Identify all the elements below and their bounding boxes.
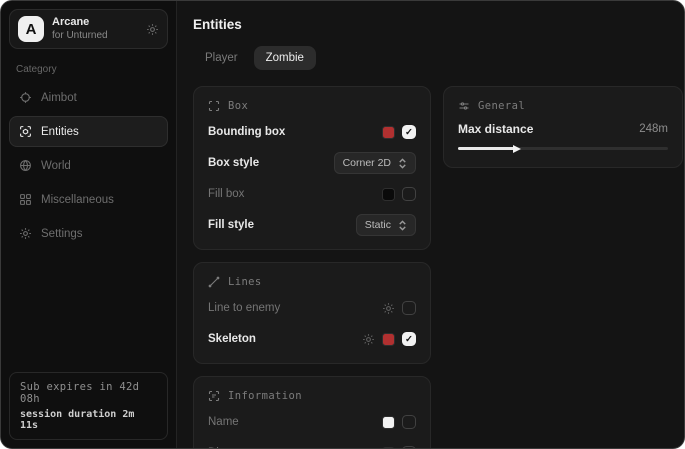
box-card: Box Bounding box ✓ Box style <box>193 86 431 250</box>
session-duration: session duration 2m 11s <box>20 409 157 431</box>
page-title: Entities <box>193 17 683 32</box>
color-swatch[interactable] <box>382 188 395 201</box>
scan-icon <box>208 100 220 112</box>
setting-row: Distance <box>208 442 416 449</box>
box-card-header: Box <box>208 100 416 112</box>
setting-row: Fill box <box>208 183 416 205</box>
checkbox[interactable] <box>402 187 416 201</box>
setting-label: Line to enemy <box>208 302 382 314</box>
card-title: Box <box>228 100 248 112</box>
sidebar-item-miscellaneous[interactable]: Miscellaneous <box>9 184 168 215</box>
tab-zombie[interactable]: Zombie <box>254 46 316 70</box>
checkbox[interactable] <box>402 301 416 315</box>
setting-row: Fill style Static <box>208 214 416 236</box>
chevron-up-down-icon <box>398 220 407 231</box>
card-title: Lines <box>228 276 262 288</box>
diagonal-line-icon <box>208 276 220 288</box>
chevron-up-down-icon <box>398 158 407 169</box>
slider-fill <box>458 147 515 150</box>
brand-subtitle: for Unturned <box>52 30 108 43</box>
subscription-expiry: Sub expires in 42d 08h <box>20 381 157 405</box>
gear-icon[interactable] <box>382 302 395 315</box>
setting-label: Box style <box>208 157 334 169</box>
brand-text: Arcane for Unturned <box>52 16 108 42</box>
color-swatch[interactable] <box>382 333 395 346</box>
setting-label: Skeleton <box>208 333 362 345</box>
dropdown-value: Static <box>365 219 391 231</box>
setting-label: Fill style <box>208 219 356 231</box>
max-distance-value: 248m <box>639 123 668 135</box>
sidebar-item-world[interactable]: World <box>9 150 168 181</box>
setting-label: Name <box>208 416 382 428</box>
information-card: Information Name Distance <box>193 376 431 449</box>
card-title: General <box>478 100 525 112</box>
check-icon: ✓ <box>405 127 413 138</box>
slider-handle[interactable] <box>513 145 521 153</box>
setting-row: Bounding box ✓ <box>208 121 416 143</box>
check-icon: ✓ <box>405 334 413 345</box>
max-distance-label: Max distance <box>458 122 639 136</box>
max-distance-row: Max distance 248m <box>458 122 668 136</box>
card-title: Information <box>228 390 302 402</box>
content-grid: Box Bounding box ✓ Box style <box>193 86 683 449</box>
lines-card: Lines Line to enemy <box>193 262 431 364</box>
sidebar-item-label: World <box>41 160 71 172</box>
right-column: General Max distance 248m <box>443 86 683 168</box>
checkbox[interactable] <box>402 415 416 429</box>
brand-card: A Arcane for Unturned <box>9 9 168 49</box>
brand-name: Arcane <box>52 16 108 30</box>
sidebar-item-label: Entities <box>41 126 79 138</box>
crosshair-icon <box>19 91 32 104</box>
grid-icon <box>19 193 32 206</box>
checkbox[interactable]: ✓ <box>402 332 416 346</box>
setting-row: Line to enemy <box>208 297 416 319</box>
globe-icon <box>19 159 32 172</box>
box-style-dropdown[interactable]: Corner 2D <box>334 152 416 174</box>
cube-scan-icon <box>19 125 32 138</box>
sidebar: A Arcane for Unturned Category Aimbot <box>1 1 177 448</box>
category-label: Category <box>16 64 161 75</box>
setting-row: Name <box>208 411 416 433</box>
sidebar-spacer <box>9 252 168 372</box>
setting-label: Bounding box <box>208 126 382 138</box>
fill-style-dropdown[interactable]: Static <box>356 214 416 236</box>
text-scan-icon <box>208 390 220 402</box>
sidebar-item-label: Settings <box>41 228 83 240</box>
max-distance-slider[interactable] <box>458 147 668 150</box>
left-column: Box Bounding box ✓ Box style <box>193 86 431 449</box>
color-swatch[interactable] <box>382 126 395 139</box>
main-content: Entities Player Zombie Box <box>177 1 685 448</box>
general-card: General Max distance 248m <box>443 86 683 168</box>
checkbox[interactable]: ✓ <box>402 125 416 139</box>
setting-row: Box style Corner 2D <box>208 152 416 174</box>
gear-icon[interactable] <box>362 333 375 346</box>
sidebar-item-aimbot[interactable]: Aimbot <box>9 82 168 113</box>
sliders-icon <box>458 100 470 112</box>
setting-label: Fill box <box>208 188 382 200</box>
gear-icon <box>19 227 32 240</box>
tab-player[interactable]: Player <box>193 46 250 70</box>
general-card-header: General <box>458 100 668 112</box>
sidebar-item-label: Miscellaneous <box>41 194 114 206</box>
gear-icon[interactable] <box>146 23 159 36</box>
information-card-header: Information <box>208 390 416 402</box>
app-window: A Arcane for Unturned Category Aimbot <box>0 0 685 449</box>
color-swatch[interactable] <box>382 416 395 429</box>
subscription-card: Sub expires in 42d 08h session duration … <box>9 372 168 440</box>
tab-bar: Player Zombie <box>193 46 683 70</box>
sidebar-item-label: Aimbot <box>41 92 77 104</box>
brand-logo: A <box>18 16 44 42</box>
setting-row: Skeleton ✓ <box>208 328 416 350</box>
lines-card-header: Lines <box>208 276 416 288</box>
sidebar-item-entities[interactable]: Entities <box>9 116 168 147</box>
sidebar-item-settings[interactable]: Settings <box>9 218 168 249</box>
dropdown-value: Corner 2D <box>343 157 391 169</box>
